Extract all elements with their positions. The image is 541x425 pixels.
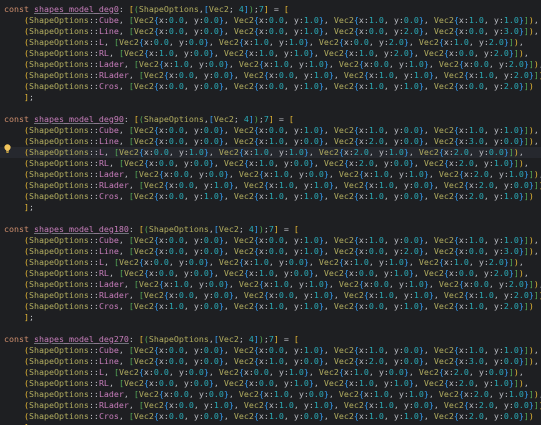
code-line[interactable]: (ShapeOptions::Line, [Vec2{x:0.0, y:0.0}…	[0, 356, 539, 367]
code-line[interactable]: ];	[0, 202, 34, 213]
code-line[interactable]: const shapes_model_deg270: [(ShapeOption…	[0, 334, 299, 345]
code-line[interactable]: (ShapeOptions::RL, [Vec2{x:0.0, y:0.0}, …	[0, 158, 529, 169]
code-line[interactable]: (ShapeOptions::RL, [Vec2{x:1.0, y:0.0}, …	[0, 48, 529, 59]
code-line[interactable]: (ShapeOptions::RL, [Vec2{x:0.0, y:0.0}, …	[0, 268, 529, 279]
code-line[interactable]: (ShapeOptions::RLader, [Vec2{x:0.0, y:1.…	[0, 400, 541, 411]
code-line[interactable]	[0, 213, 4, 224]
code-line[interactable]: (ShapeOptions::Cros, [Vec2{x:0.0, y:0.0}…	[0, 411, 534, 422]
code-line[interactable]: (ShapeOptions::RLader, [Vec2{x:0.0, y:1.…	[0, 180, 541, 191]
code-line[interactable]: (ShapeOptions::L, [Vec2{x:0.0, y:1.0}, V…	[0, 147, 541, 158]
code-line[interactable]: (ShapeOptions::L, [Vec2{x:0.0, y:0.0}, V…	[0, 367, 524, 378]
code-line[interactable]	[0, 323, 4, 334]
code-line[interactable]: ];	[0, 92, 34, 103]
code-editor[interactable]: const shapes_model_deg0: [(ShapeOptions,…	[0, 0, 541, 425]
code-line[interactable]: (ShapeOptions::Line, [Vec2{x:0.0, y:0.0}…	[0, 246, 539, 257]
code-line[interactable]: (ShapeOptions::Lader, [Vec2{x:0.0, y:0.0…	[0, 169, 541, 180]
code-line[interactable]: (ShapeOptions::Cros, [Vec2{x:1.0, y:0.0}…	[0, 301, 534, 312]
code-line[interactable]: (ShapeOptions::Lader, [Vec2{x:1.0, y:0.0…	[0, 279, 541, 290]
code-line[interactable]: (ShapeOptions::Lader, [Vec2{x:0.0, y:0.0…	[0, 389, 541, 400]
code-line[interactable]: (ShapeOptions::RLader, [Vec2{x:0.0, y:0.…	[0, 70, 541, 81]
code-line[interactable]: (ShapeOptions::Lader, [Vec2{x:1.0, y:0.0…	[0, 59, 541, 70]
code-line[interactable]: (ShapeOptions::Cros, [Vec2{x:0.0, y:0.0}…	[0, 81, 534, 92]
code-line[interactable]: (ShapeOptions::L, [Vec2{x:0.0, y:0.0}, V…	[0, 257, 524, 268]
code-line[interactable]: const shapes_model_deg90: [(ShapeOptions…	[0, 114, 294, 125]
intention-bulb-icon[interactable]	[2, 143, 13, 154]
code-line[interactable]: const shapes_model_deg180: [(ShapeOption…	[0, 224, 299, 235]
code-line[interactable]: (ShapeOptions::Cros, [Vec2{x:0.0, y:1.0}…	[0, 191, 534, 202]
code-line[interactable]: (ShapeOptions::RL, [Vec2{x:0.0, y:0.0}, …	[0, 378, 529, 389]
code-line[interactable]: (ShapeOptions::Cube, [Vec2{x:0.0, y:0.0}…	[0, 345, 539, 356]
code-line[interactable]: (ShapeOptions::Cube, [Vec2{x:0.0, y:0.0}…	[0, 15, 539, 26]
code-line[interactable]: (ShapeOptions::Cube, [Vec2{x:0.0, y:0.0}…	[0, 235, 539, 246]
code-line[interactable]: const shapes_model_deg0: [(ShapeOptions,…	[0, 4, 289, 15]
code-line[interactable]: (ShapeOptions::Line, [Vec2{x:0.0, y:0.0}…	[0, 136, 539, 147]
code-line[interactable]	[0, 103, 4, 114]
code-line[interactable]: (ShapeOptions::RLader, [Vec2{x:0.0, y:0.…	[0, 290, 541, 301]
code-line[interactable]: (ShapeOptions::Line, [Vec2{x:0.0, y:0.0}…	[0, 26, 539, 37]
code-line[interactable]: (ShapeOptions::Cube, [Vec2{x:0.0, y:0.0}…	[0, 125, 539, 136]
code-line[interactable]: (ShapeOptions::L, [Vec2{x:0.0, y:0.0}, V…	[0, 37, 524, 48]
code-line[interactable]: ];	[0, 312, 34, 323]
